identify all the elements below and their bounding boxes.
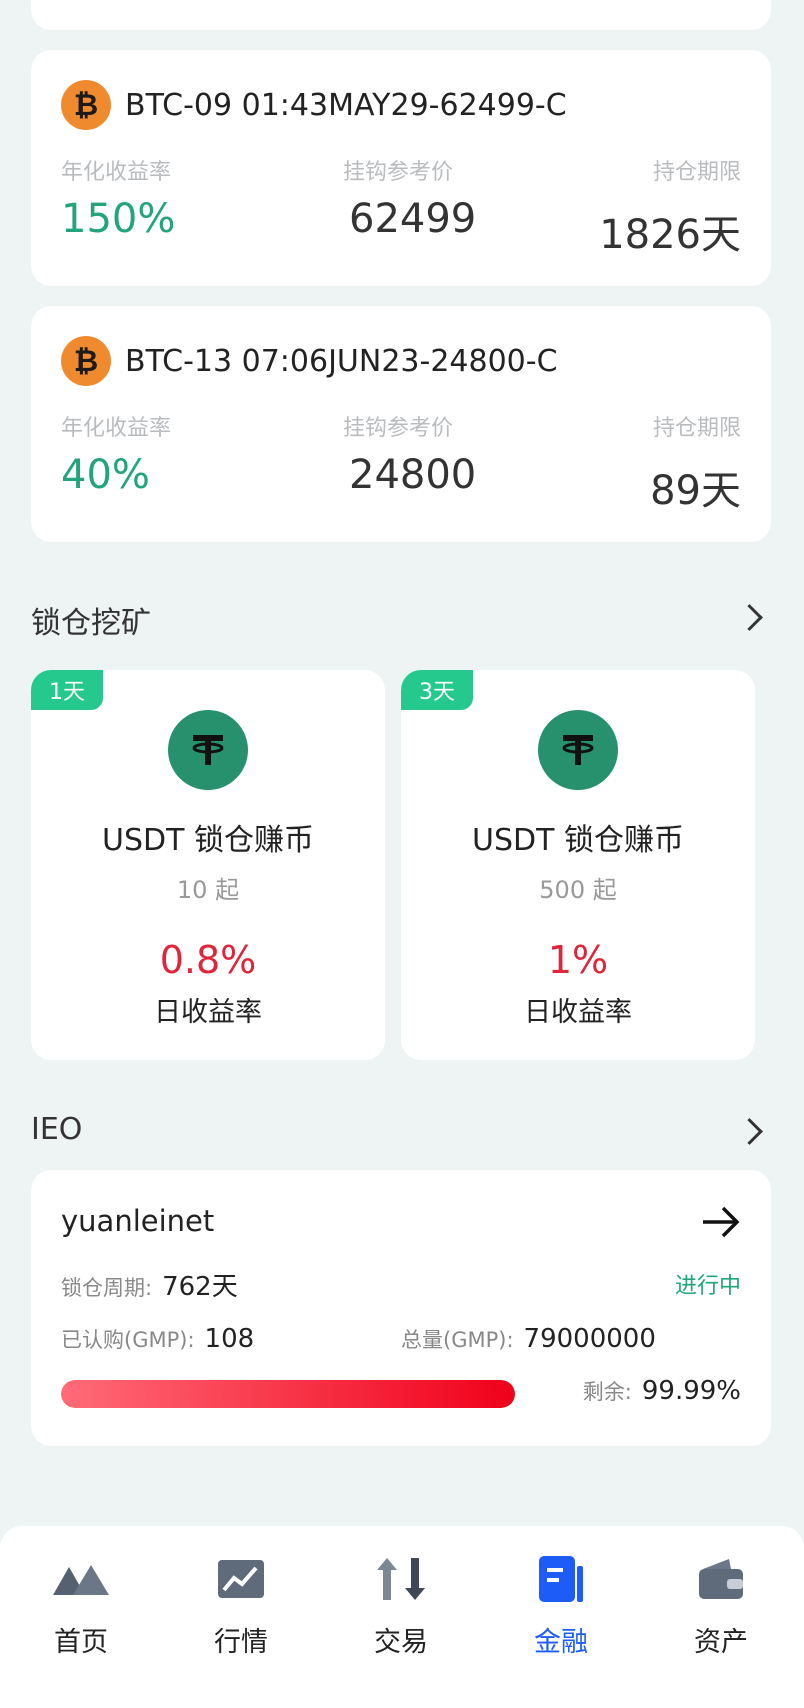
mining-card[interactable]: 1天 USDT 锁仓赚币 10 起 0.8% 日收益率 — [31, 670, 385, 1060]
duration-badge: 3天 — [401, 670, 473, 710]
subscribed-label: 已认购(GMP): — [61, 1328, 195, 1352]
mining-section-title: 锁仓挖矿 — [31, 606, 151, 641]
ref-price-value: 24800 — [349, 452, 477, 498]
ieo-more-chevron-icon[interactable] — [736, 1118, 763, 1145]
remaining-value: 99.99% — [641, 1376, 741, 1406]
yield-label: 年化收益率 — [61, 416, 172, 441]
mining-daily-rate: 1% — [547, 938, 609, 982]
option-header: ₿ BTC-09 01:43MAY29-62499-C — [61, 80, 567, 130]
ref-price-label: 挂钩参考价 — [343, 160, 454, 185]
nav-label: 金融 — [534, 1627, 588, 1658]
trade-arrows-icon — [371, 1554, 431, 1604]
total-value: 79000000 — [523, 1324, 656, 1354]
mining-product-name: USDT 锁仓赚币 — [102, 823, 314, 858]
nav-item-market[interactable]: 行情 — [181, 1554, 301, 1659]
ieo-card[interactable]: yuanleinet 锁仓周期: 762天 进行中 已认购(GMP): 108 … — [31, 1170, 771, 1446]
bitcoin-icon: ₿ — [61, 336, 111, 386]
mining-product-name: USDT 锁仓赚币 — [472, 823, 684, 858]
ref-price-label: 挂钩参考价 — [343, 416, 454, 441]
option-header: ₿ BTC-13 07:06JUN23-24800-C — [61, 336, 558, 386]
nav-item-finance[interactable]: 金融 — [501, 1554, 621, 1659]
term-label: 持仓期限 — [652, 416, 741, 441]
nav-label: 交易 — [374, 1627, 428, 1658]
mining-min-amount: 10 起 — [176, 876, 240, 904]
duration-badge: 1天 — [31, 670, 103, 710]
arrow-right-icon[interactable] — [701, 1204, 741, 1240]
bitcoin-icon: ₿ — [61, 80, 111, 130]
nav-item-trade[interactable]: 交易 — [341, 1554, 461, 1659]
nav-label: 首页 — [54, 1627, 108, 1658]
status-badge: 进行中 — [674, 1274, 741, 1299]
mining-daily-rate: 0.8% — [159, 938, 257, 982]
progress-fill — [61, 1380, 515, 1408]
market-chart-icon — [211, 1554, 271, 1604]
term-value: 89天 — [650, 468, 741, 514]
ieo-section-title: IEO — [31, 1112, 83, 1147]
lock-period-label: 锁仓周期: — [61, 1276, 153, 1300]
option-title: BTC-13 07:06JUN23-24800-C — [125, 343, 558, 379]
subscribed-value: 108 — [204, 1324, 255, 1354]
yield-label: 年化收益率 — [61, 160, 172, 185]
term-value: 1826天 — [599, 212, 741, 258]
subscribed-row: 已认购(GMP): 108 — [61, 1324, 254, 1354]
ref-price-value: 62499 — [349, 196, 477, 242]
finance-book-icon — [531, 1554, 591, 1604]
bottom-nav: 首页 行情 交易 金融 资产 — [0, 1526, 804, 1708]
mining-rate-label: 日收益率 — [154, 997, 262, 1028]
option-card[interactable]: ₿ BTC-09 01:43MAY29-62499-C 年化收益率 挂钩参考价 … — [31, 50, 771, 286]
yield-value: 40% — [61, 452, 150, 498]
usdt-icon — [168, 710, 248, 790]
nav-label: 行情 — [214, 1627, 268, 1658]
wallet-icon — [691, 1554, 751, 1604]
lock-period-value: 762天 — [162, 1272, 238, 1302]
nav-item-assets[interactable]: 资产 — [661, 1554, 781, 1659]
usdt-icon — [538, 710, 618, 790]
lock-period-row: 锁仓周期: 762天 — [61, 1266, 238, 1303]
total-label: 总量(GMP): — [401, 1328, 514, 1352]
mining-more-chevron-icon[interactable] — [736, 604, 763, 631]
yield-value: 150% — [61, 196, 176, 242]
remaining-row: 剩余: 99.99% — [583, 1376, 741, 1406]
term-label: 持仓期限 — [652, 160, 741, 185]
option-card[interactable]: ₿ BTC-13 07:06JUN23-24800-C 年化收益率 挂钩参考价 … — [31, 306, 771, 542]
ieo-project-name: yuanleinet — [61, 1204, 215, 1238]
mining-rate-label: 日收益率 — [524, 997, 632, 1028]
home-mountain-icon — [51, 1554, 111, 1604]
nav-item-home[interactable]: 首页 — [21, 1554, 141, 1659]
remaining-label: 剩余: — [582, 1380, 632, 1404]
total-row: 总量(GMP): 79000000 — [401, 1324, 656, 1354]
mining-min-amount: 500 起 — [539, 876, 617, 904]
option-title: BTC-09 01:43MAY29-62499-C — [125, 87, 567, 123]
mining-card[interactable]: 3天 USDT 锁仓赚币 500 起 1% 日收益率 — [401, 670, 755, 1060]
previous-card-stub — [31, 0, 771, 30]
progress-bar — [61, 1380, 515, 1408]
nav-label: 资产 — [694, 1627, 748, 1658]
